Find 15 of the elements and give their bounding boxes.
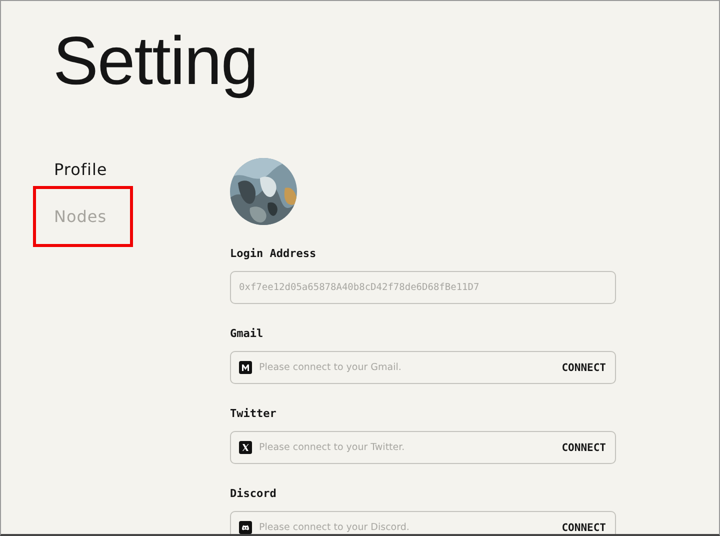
field-label: Login Address bbox=[230, 247, 318, 260]
connect-button[interactable]: CONNECT bbox=[562, 362, 606, 374]
field-label: Discord bbox=[230, 487, 278, 500]
discord-icon bbox=[239, 521, 252, 534]
connect-button[interactable]: CONNECT bbox=[562, 442, 606, 454]
connect-field[interactable]: Please connect to your Gmail. CONNECT bbox=[230, 351, 616, 384]
connect-button[interactable]: CONNECT bbox=[562, 522, 606, 534]
connect-field[interactable]: Please connect to your Discord. CONNECT bbox=[230, 511, 616, 534]
x-logo-icon bbox=[239, 441, 252, 454]
sidebar-item[interactable]: Profile bbox=[33, 155, 133, 183]
mail-icon bbox=[239, 361, 252, 374]
page-title: Setting bbox=[52, 22, 259, 101]
field-label: Twitter bbox=[230, 407, 278, 420]
connect-field[interactable]: Please connect to your Twitter. CONNECT bbox=[230, 431, 616, 464]
field-label: Gmail bbox=[230, 327, 264, 340]
